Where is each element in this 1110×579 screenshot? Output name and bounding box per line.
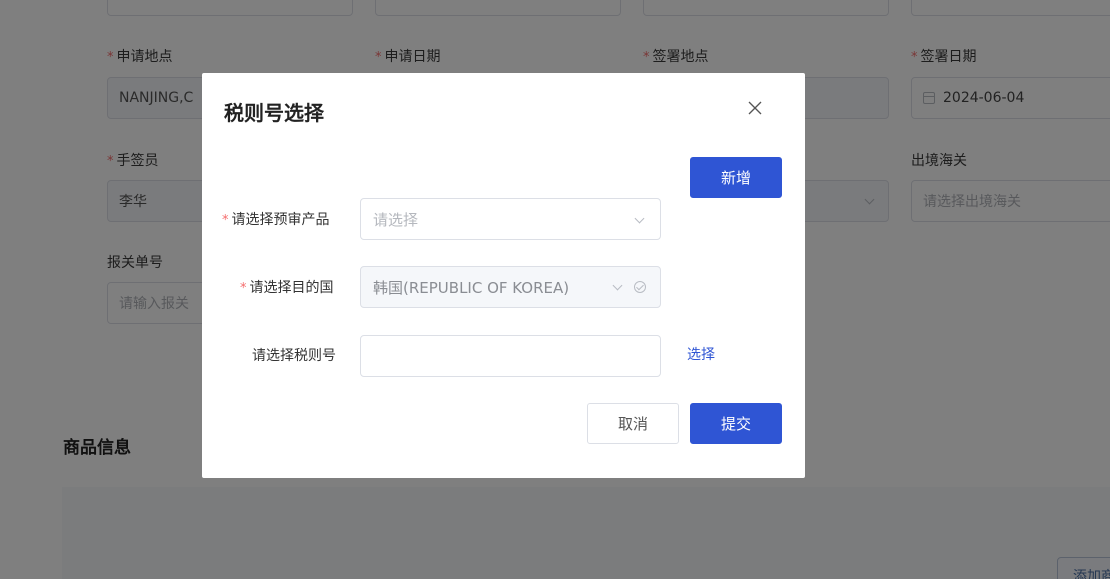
dialog-title: 税则号选择 [224, 101, 324, 125]
product-placeholder: 请选择 [373, 210, 419, 229]
select-tariff-link[interactable]: 选择 [687, 344, 715, 364]
destination-select[interactable]: 韩国(REPUBLIC OF KOREA) [360, 266, 661, 308]
tariff-select-dialog: 税则号选择 新增 * 请选择预审产品 请选择 * 请选择目的国 韩国(REPUBLI… [202, 73, 805, 478]
check-circle-icon [634, 281, 646, 293]
destination-value: 韩国(REPUBLIC OF KOREA) [373, 278, 570, 297]
close-icon[interactable] [746, 99, 764, 117]
destination-label: * 请选择目的国 [240, 280, 334, 296]
tariff-input[interactable] [360, 335, 661, 377]
product-select[interactable]: 请选择 [360, 198, 661, 240]
chevron-down-icon [612, 280, 623, 291]
tariff-label: 请选择税则号 [252, 348, 336, 364]
add-button[interactable]: 新增 [690, 157, 782, 198]
submit-button[interactable]: 提交 [690, 403, 782, 444]
product-label: * 请选择预审产品 [222, 212, 330, 228]
cancel-button[interactable]: 取消 [587, 403, 679, 444]
chevron-down-icon [634, 213, 645, 224]
